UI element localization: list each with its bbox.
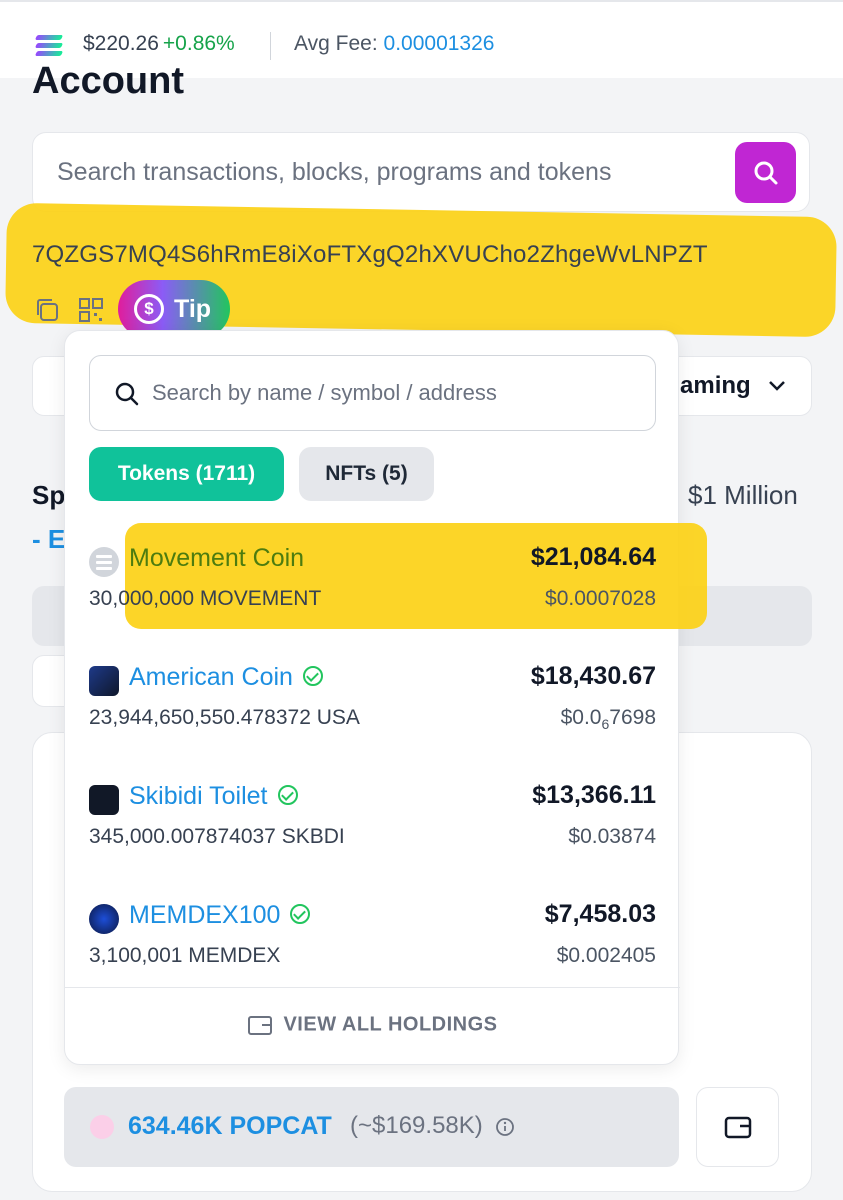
- divider: [270, 32, 271, 60]
- divider: [65, 987, 680, 988]
- search-button[interactable]: [735, 142, 796, 203]
- copy-icon[interactable]: [33, 296, 61, 324]
- wallet-icon: [724, 1116, 751, 1139]
- account-address[interactable]: 7QZGS7MQ4S6hRmE8iXoFTXgQ2hXVUCho2ZhgeWvL…: [32, 241, 708, 269]
- list-item[interactable]: MEMDEX100 3,100,001 MEMDEX $7,458.03 $0.…: [65, 888, 680, 998]
- avg-fee-value: 0.00001326: [383, 32, 495, 55]
- token-price: $0.002405: [556, 944, 656, 967]
- tab-tokens[interactable]: Tokens (1711): [89, 447, 284, 501]
- sol-price: $220.26 +0.86%: [83, 32, 235, 55]
- token-value: $7,458.03: [544, 900, 656, 928]
- view-all-holdings-button[interactable]: VIEW ALL HOLDINGS: [65, 1013, 680, 1037]
- top-holding-bar[interactable]: 634.46K POPCAT (~$169.58K): [64, 1087, 679, 1167]
- tip-label: Tip: [174, 294, 212, 323]
- global-search-bar[interactable]: Search transactions, blocks, programs an…: [32, 132, 810, 212]
- token-name[interactable]: Movement Coin: [129, 544, 304, 573]
- token-amount: 23,944,650,550.478372 USA: [89, 706, 360, 729]
- token-amount: 345,000.007874037 SKBDI: [89, 825, 345, 848]
- link-partial[interactable]: - E: [32, 524, 65, 555]
- token-holdings-dropdown: Search by name / symbol / address Tokens…: [64, 330, 707, 1065]
- token-icon: [89, 785, 119, 815]
- search-icon: [754, 161, 777, 184]
- page-title: Account: [32, 60, 184, 102]
- token-value: $21,084.64: [530, 543, 656, 571]
- avg-fee: Avg Fee: 0.00001326: [294, 32, 495, 55]
- chevron-down-icon: [769, 381, 786, 391]
- search-icon: [115, 382, 139, 406]
- section-heading-partial: Sp: [32, 480, 66, 510]
- holding-value: (~$169.58K): [350, 1112, 515, 1140]
- token-icon: [89, 547, 119, 577]
- verified-check-icon: [290, 904, 311, 925]
- wallet-icon: [248, 1016, 273, 1035]
- verified-check-icon: [277, 785, 298, 806]
- token-amount: 30,000,000 MOVEMENT: [89, 587, 322, 610]
- list-item[interactable]: American Coin 23,944,650,550.478372 USA …: [65, 650, 680, 760]
- token-icon: [89, 666, 119, 696]
- solana-logo-icon: [34, 35, 64, 59]
- balance-value: $1 Million: [688, 480, 798, 510]
- streaming-dropdown-label[interactable]: aming: [680, 372, 787, 400]
- token-value: $13,366.11: [532, 781, 656, 809]
- token-price: $0.0007028: [545, 587, 656, 610]
- token-amount: 3,100,001 MEMDEX: [89, 944, 281, 967]
- sol-price-change: +0.86%: [162, 32, 235, 55]
- tab-nfts[interactable]: NFTs (5): [299, 447, 434, 501]
- info-icon[interactable]: [495, 1117, 515, 1137]
- qr-code-icon[interactable]: [77, 296, 105, 324]
- popcat-token-icon: [90, 1115, 114, 1139]
- list-item[interactable]: Movement Coin 30,000,000 MOVEMENT $21,08…: [65, 531, 680, 641]
- verified-check-icon: [302, 666, 323, 687]
- dollar-coin-icon: $: [134, 294, 164, 324]
- token-price: $0.067698: [560, 706, 656, 733]
- token-icon: [89, 904, 119, 934]
- token-price: $0.03874: [568, 825, 656, 848]
- token-name[interactable]: American Coin: [129, 663, 323, 692]
- wallet-button[interactable]: [696, 1087, 779, 1167]
- holding-amount: 634.46K POPCAT: [128, 1112, 332, 1140]
- token-search-field[interactable]: Search by name / symbol / address: [89, 355, 656, 431]
- global-search-input[interactable]: Search transactions, blocks, programs an…: [57, 158, 611, 187]
- list-item[interactable]: Skibidi Toilet 345,000.007874037 SKBDI $…: [65, 769, 680, 879]
- token-name[interactable]: Skibidi Toilet: [129, 782, 298, 811]
- token-name[interactable]: MEMDEX100: [129, 901, 311, 930]
- token-value: $18,430.67: [530, 662, 656, 690]
- token-search-input[interactable]: Search by name / symbol / address: [152, 380, 497, 406]
